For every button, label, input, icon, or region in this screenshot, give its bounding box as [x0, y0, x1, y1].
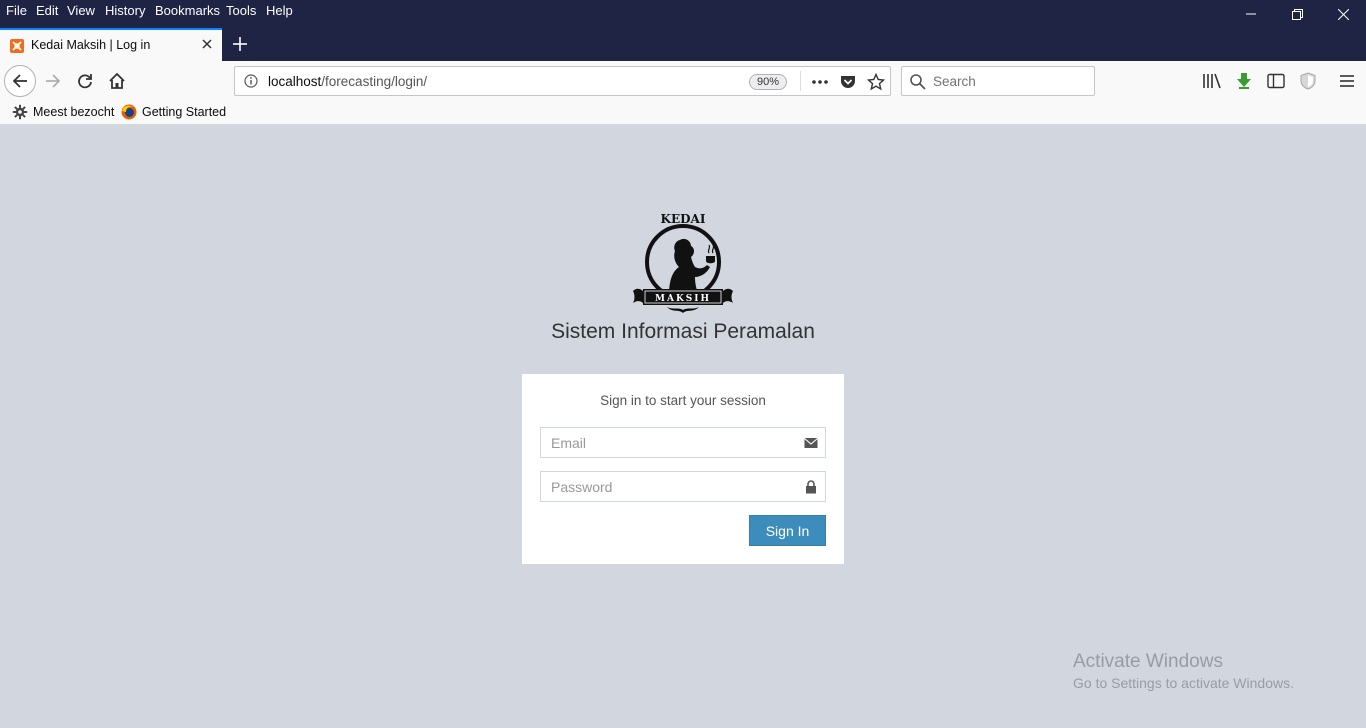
library-button[interactable]	[1202, 71, 1222, 91]
menu-view[interactable]: View	[67, 3, 95, 18]
download-icon	[1237, 73, 1251, 89]
login-box: Sign in to start your session Sign In	[522, 374, 844, 564]
reload-icon	[78, 74, 92, 89]
new-tab-button[interactable]	[230, 34, 250, 54]
arrow-right-icon	[46, 74, 61, 88]
menu-view-label: View	[67, 3, 95, 18]
lock-icon	[804, 480, 818, 494]
bookmark-label: Meest bezocht	[33, 105, 115, 119]
menu-tools[interactable]: Tools	[226, 3, 256, 18]
watermark-title: Activate Windows	[1073, 651, 1223, 672]
more-horizontal-icon	[812, 80, 828, 84]
windows-activation-watermark: Activate Windows Go to Settings to activ…	[1073, 651, 1294, 691]
home-button[interactable]	[107, 71, 127, 91]
gear-icon	[12, 104, 28, 120]
url-host: localhost	[268, 74, 322, 89]
envelope-icon	[804, 436, 818, 450]
tab-bar: Kedai Maksih | Log in	[0, 24, 1366, 61]
minimize-icon	[1246, 13, 1256, 15]
library-icon	[1203, 73, 1221, 89]
reload-button[interactable]	[75, 71, 95, 91]
menu-help[interactable]: Help	[266, 3, 293, 18]
menu-history[interactable]: History	[105, 3, 145, 18]
url-separator	[800, 71, 801, 91]
watermark-subtitle: Go to Settings to activate Windows.	[1073, 675, 1294, 691]
password-input[interactable]	[541, 472, 791, 501]
password-field-group	[540, 471, 826, 502]
menu-edit[interactable]: Edit	[36, 3, 58, 18]
email-field-group	[540, 427, 826, 458]
search-bar[interactable]: Search	[901, 66, 1095, 96]
tab-active[interactable]: Kedai Maksih | Log in	[0, 28, 222, 61]
forward-button[interactable]	[43, 71, 63, 91]
open-menu-button[interactable]	[1337, 71, 1357, 91]
download-extension-button[interactable]	[1234, 71, 1254, 91]
plus-icon	[233, 37, 247, 51]
email-input[interactable]	[541, 428, 791, 457]
navigation-toolbar: localhost/forecasting/login/ 90% Search	[0, 61, 1366, 101]
bookmarks-toolbar: Meest bezocht Getting Started	[0, 101, 1366, 125]
menu-bookmarks-label: Bookmarks	[155, 3, 221, 18]
page-actions-button[interactable]	[810, 72, 830, 92]
arrow-left-icon	[12, 74, 27, 88]
hamburger-menu-icon	[1340, 75, 1354, 87]
bookmark-getting-started[interactable]: Getting Started	[121, 104, 226, 120]
sign-in-button[interactable]: Sign In	[749, 515, 826, 546]
search-placeholder: Search	[933, 74, 976, 89]
bookmark-star-button[interactable]	[866, 72, 886, 92]
menu-file[interactable]: File	[6, 3, 27, 18]
restore-icon	[1291, 8, 1303, 20]
page-title: Sistem Informasi Peramalan	[551, 320, 815, 343]
menu-edit-label: Edit	[36, 3, 59, 18]
tab-close-button[interactable]	[199, 36, 215, 52]
zoom-reset-button[interactable]: 90%	[749, 74, 787, 90]
menu-file-label: File	[6, 3, 27, 18]
sidebar-icon	[1267, 73, 1285, 89]
login-box-message: Sign in to start your session	[600, 393, 766, 408]
bookmark-most-visited[interactable]: Meest bezocht	[12, 104, 114, 120]
tab-title: Kedai Maksih | Log in	[31, 38, 151, 52]
shield-icon	[1300, 72, 1316, 90]
menu-bar: File Edit View History Bookmarks Tools H…	[0, 0, 1366, 24]
bookmark-label: Getting Started	[142, 105, 227, 119]
url-path: /forecasting/login/	[321, 74, 428, 89]
menu-tools-label: Tools	[226, 3, 257, 18]
logo-top-text: KEDAI	[661, 212, 706, 226]
menu-history-label: History	[105, 3, 146, 18]
search-icon	[909, 73, 927, 91]
logo-bottom-text: MAKSIH	[655, 294, 711, 304]
info-icon[interactable]	[244, 74, 258, 88]
pocket-button[interactable]	[838, 72, 858, 92]
favicon-icon	[10, 39, 24, 53]
close-icon	[202, 39, 212, 49]
privacy-extension-button[interactable]	[1298, 71, 1318, 91]
sidebar-toggle-button[interactable]	[1266, 71, 1286, 91]
url-text[interactable]: localhost/forecasting/login/	[268, 74, 427, 89]
back-button[interactable]	[4, 65, 36, 97]
close-icon	[1337, 8, 1349, 20]
kedai-maksih-logo: KEDAI MAKSIH	[629, 209, 737, 317]
pocket-icon	[841, 76, 855, 88]
url-bar[interactable]: localhost/forecasting/login/ 90%	[234, 66, 891, 96]
star-icon	[867, 73, 885, 91]
menu-help-label: Help	[266, 3, 293, 18]
menu-bookmarks[interactable]: Bookmarks	[155, 3, 220, 18]
home-icon	[109, 72, 125, 89]
firefox-icon	[121, 104, 137, 120]
